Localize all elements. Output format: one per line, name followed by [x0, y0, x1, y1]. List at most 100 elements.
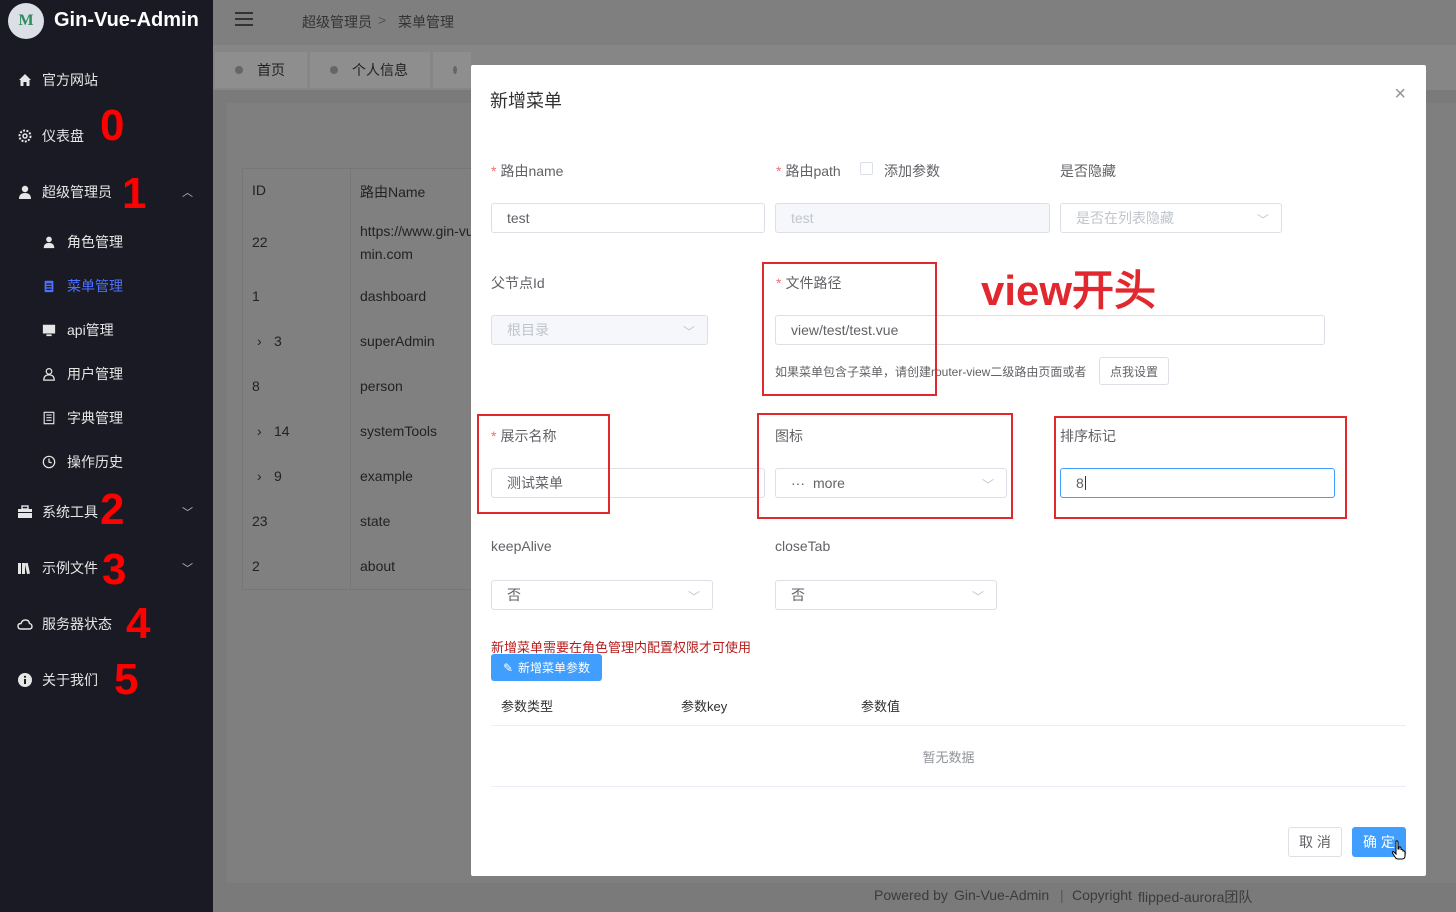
- table-cell-id: 22: [252, 234, 268, 250]
- closetab-select[interactable]: 否 ﹀: [775, 580, 997, 610]
- annotation-number-2: 2: [100, 485, 125, 534]
- expand-chevron-icon[interactable]: ›: [257, 333, 262, 349]
- column-divider: [350, 168, 351, 590]
- breadcrumb-current: 菜单管理: [398, 14, 454, 30]
- parent-id-label: 父节点Id: [491, 275, 545, 291]
- add-param-checkbox[interactable]: [860, 162, 873, 175]
- sidebar-item-dictionary[interactable]: 字典管理: [0, 396, 213, 440]
- table-cell-id: 3: [274, 333, 282, 349]
- sidebar-item-api[interactable]: api管理: [0, 308, 213, 352]
- user-outline-icon: [40, 365, 58, 383]
- sidebar-item-users[interactable]: 用户管理: [0, 352, 213, 396]
- add-param-label[interactable]: 添加参数: [884, 161, 940, 181]
- close-icon[interactable]: ×: [1394, 83, 1406, 106]
- parent-id-select: 根目录 ﹀: [491, 315, 708, 345]
- footer-powered: Powered by: [874, 887, 948, 903]
- tab-profile[interactable]: 个人信息: [310, 52, 430, 88]
- param-table-empty: 暂无数据: [491, 727, 1406, 787]
- keepalive-select[interactable]: 否 ﹀: [491, 580, 713, 610]
- hamburger-icon[interactable]: [235, 12, 253, 28]
- annotation-text: view开头: [981, 267, 1157, 314]
- highlight-box: [477, 414, 610, 514]
- app-logo: M: [8, 3, 44, 39]
- param-table-header: 参数类型 参数key 参数值: [491, 682, 1406, 726]
- footer-brand-link[interactable]: Gin-Vue-Admin: [954, 887, 1049, 903]
- table-cell-name: state: [360, 513, 391, 529]
- route-name-label: * 路由name: [491, 163, 564, 179]
- hidden-select[interactable]: 是否在列表隐藏 ﹀: [1060, 203, 1282, 233]
- expand-chevron-icon[interactable]: ›: [257, 468, 262, 484]
- hand-cursor-icon: [1391, 840, 1407, 860]
- menu-doc-icon: [40, 277, 58, 295]
- table-header-id: ID: [252, 182, 266, 198]
- notebook-icon: [40, 409, 58, 427]
- param-key-header: 参数key: [681, 699, 728, 714]
- tab-menu[interactable]: [433, 52, 471, 88]
- table-cell-name: person: [360, 378, 403, 394]
- route-path-input: test: [775, 203, 1050, 233]
- sidebar: M Gin-Vue-Admin 官方网站 仪表盘 超级管理员 ︿ 角色管理 菜单…: [0, 0, 213, 912]
- breadcrumb-root[interactable]: 超级管理员: [302, 12, 372, 32]
- dialog-title: 新增菜单: [490, 91, 562, 111]
- add-param-button[interactable]: ✎ 新增菜单参数: [491, 654, 602, 681]
- chevron-down-icon: ﹀: [971, 590, 984, 604]
- top-bar: 超级管理员 > 菜单管理: [213, 0, 1456, 45]
- info-icon: [16, 671, 34, 689]
- chevron-down-icon: ﹀: [182, 507, 193, 519]
- cancel-button[interactable]: 取 消: [1288, 827, 1342, 857]
- sidebar-item-roles[interactable]: 角色管理: [0, 220, 213, 264]
- table-cell-name: dashboard: [360, 288, 427, 304]
- sidebar-item-server-status[interactable]: 服务器状态: [0, 602, 213, 646]
- app-title: Gin-Vue-Admin: [54, 9, 199, 31]
- table-cell-name: example: [360, 468, 413, 484]
- home-icon: [16, 71, 34, 89]
- files-icon: [16, 559, 34, 577]
- sidebar-item-history[interactable]: 操作历史: [0, 440, 213, 484]
- table-cell-id: 9: [274, 468, 282, 484]
- sidebar-item-official-site[interactable]: 官方网站: [0, 58, 213, 102]
- param-type-header: 参数类型: [501, 699, 554, 714]
- annotation-number-3: 3: [102, 545, 127, 594]
- dot-icon: [235, 66, 243, 74]
- setup-button[interactable]: 点我设置: [1099, 357, 1169, 385]
- chevron-up-icon: ︿: [182, 187, 193, 199]
- footer-team-link[interactable]: flipped-aurora团队: [1138, 887, 1252, 907]
- add-menu-dialog: 新增菜单 × * 路由name test * 路由path 添加参数 test 是否…: [471, 65, 1426, 876]
- sidebar-item-super-admin[interactable]: 超级管理员 ︿: [0, 170, 213, 214]
- chevron-down-icon: ﹀: [682, 325, 695, 339]
- edit-icon: ✎: [502, 660, 514, 675]
- closetab-label: closeTab: [775, 538, 831, 554]
- highlight-box: [1054, 416, 1347, 519]
- dot-icon: [330, 66, 338, 74]
- keepalive-label: keepAlive: [491, 538, 552, 554]
- sidebar-item-about[interactable]: 关于我们: [0, 658, 213, 702]
- footer-copyright: Copyright: [1072, 887, 1132, 903]
- expand-chevron-icon[interactable]: ›: [257, 423, 262, 439]
- footer-divider: |: [1060, 887, 1064, 903]
- highlight-box: [757, 413, 1013, 519]
- table-cell-id: 14: [274, 423, 290, 439]
- route-path-label: * 路由path: [776, 163, 841, 179]
- cloud-icon: [16, 615, 34, 633]
- table-header-name: 路由Name: [360, 184, 426, 200]
- chevron-down-icon: ﹀: [1256, 213, 1269, 227]
- chevron-down-icon: ﹀: [687, 590, 700, 604]
- chevron-down-icon: ﹀: [182, 563, 193, 575]
- annotation-number-4: 4: [126, 599, 151, 648]
- table-cell-id: 8: [252, 378, 260, 394]
- clock-icon: [40, 453, 58, 471]
- user-icon: [16, 183, 34, 201]
- monitor-icon: [40, 321, 58, 339]
- sidebar-item-menus[interactable]: 菜单管理: [0, 264, 213, 308]
- gear-icon: [16, 127, 34, 145]
- annotation-number-5: 5: [114, 655, 139, 704]
- table-cell-name: https://www.gin-vu: [360, 223, 474, 239]
- annotation-number-0: 0: [100, 101, 125, 150]
- table-cell-name: about: [360, 558, 396, 574]
- dot-icon: [453, 66, 457, 74]
- breadcrumb-separator: >: [378, 12, 387, 28]
- user-icon: [40, 233, 58, 251]
- table-cell-name: superAdmin: [360, 333, 435, 349]
- route-name-input[interactable]: test: [491, 203, 765, 233]
- tab-home[interactable]: 首页: [215, 52, 307, 88]
